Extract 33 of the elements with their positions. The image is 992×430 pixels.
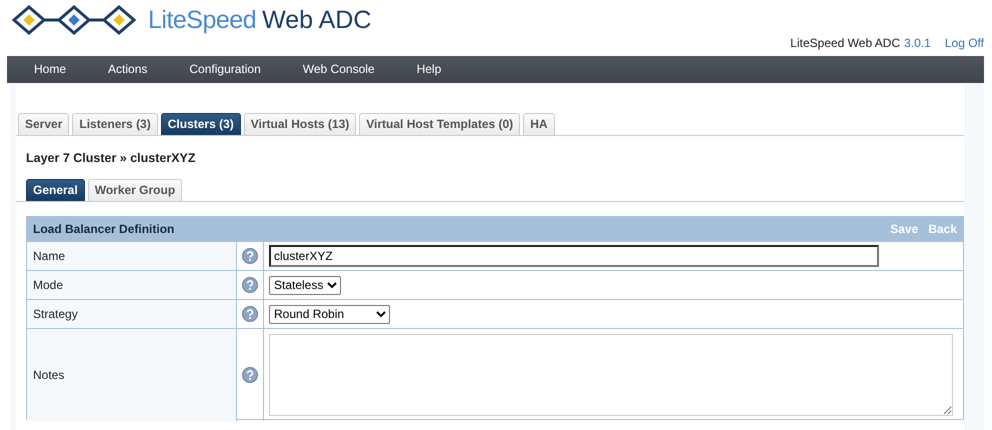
product-name: LiteSpeed Web ADC: [790, 36, 900, 50]
name-field[interactable]: clusterXYZ: [269, 245, 879, 267]
tab[interactable]: Server: [18, 113, 70, 135]
field-label: Notes: [33, 368, 64, 382]
tab[interactable]: Virtual Hosts (13): [244, 113, 356, 135]
tab[interactable]: Clusters (3): [160, 113, 241, 135]
tab[interactable]: Virtual Host Templates (0): [359, 113, 520, 135]
version-number: 3.0.1: [904, 36, 931, 50]
dropdown[interactable]: Round Robin: [269, 304, 390, 324]
tab[interactable]: Listeners (3): [72, 113, 158, 135]
nav-item[interactable]: Actions: [87, 56, 168, 83]
field-label: Name: [33, 249, 66, 263]
tab[interactable]: General: [26, 179, 85, 201]
field-label: Strategy: [33, 307, 78, 321]
logo-text: Web ADC: [262, 6, 372, 34]
logo-text: LiteSpeed: [148, 6, 256, 34]
tab[interactable]: Worker Group: [88, 179, 182, 201]
help-icon[interactable]: [242, 277, 258, 293]
tab[interactable]: HA: [523, 113, 555, 135]
breadcrumb: Layer 7 Cluster » clusterXYZ: [26, 151, 197, 165]
nav-item[interactable]: Configuration: [168, 56, 282, 83]
dropdown[interactable]: Stateless: [269, 276, 341, 294]
field-label: Mode: [33, 278, 64, 292]
help-icon[interactable]: [242, 248, 258, 264]
help-icon[interactable]: [242, 367, 258, 383]
nav-item[interactable]: Home: [13, 56, 88, 83]
help-icon[interactable]: [242, 306, 258, 322]
nav-item[interactable]: Web Console: [282, 56, 396, 83]
nav-item[interactable]: Help: [396, 56, 462, 83]
section-title: Load Balancer Definition: [33, 222, 174, 236]
logo-icon: [10, 5, 138, 35]
logoff-link[interactable]: Log Off: [944, 36, 984, 50]
notes-field[interactable]: [269, 334, 953, 416]
